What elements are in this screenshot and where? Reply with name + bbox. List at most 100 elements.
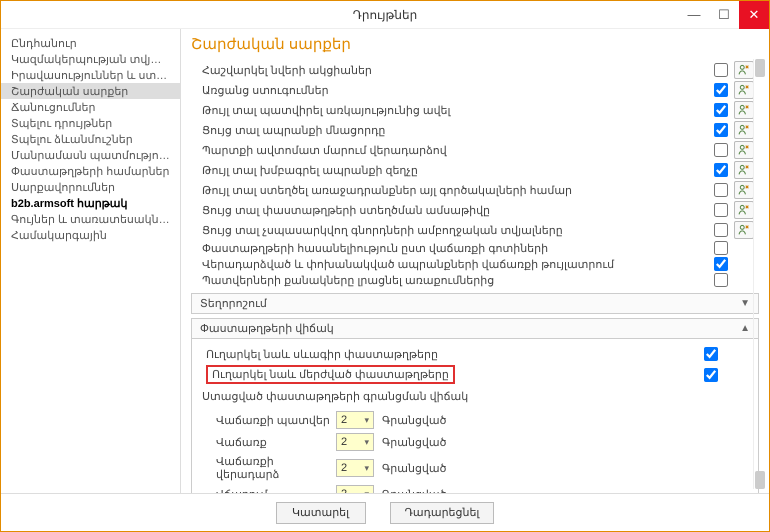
scrollbar[interactable] <box>753 59 767 489</box>
window-controls: — ☐ ✕ <box>679 1 769 29</box>
assign-user-icon[interactable] <box>734 81 754 99</box>
state-status: Գրանցված <box>382 414 446 427</box>
execute-button[interactable]: Կատարել <box>276 502 366 524</box>
option-label: Պարտքի ավտոմատ մարում վերադարձով <box>192 144 708 157</box>
option-label: Ցույց տալ փաստաթղթերի ստեղծման ամսաթիվը <box>192 204 708 217</box>
option-label: Պատվերների քանակները լրացնել առաքումների… <box>192 274 708 287</box>
option-row-1: Առցանց ստուգումներ <box>192 80 758 100</box>
assign-user-icon[interactable] <box>734 221 754 239</box>
doc-state-group: Ուղարկել նաև սևագիր փաստաթղթերը Ուղարկել… <box>191 339 759 493</box>
sidebar-item-2[interactable]: Իրավասություններ և ստուգումներ <box>1 67 180 83</box>
option-checkbox[interactable] <box>714 143 728 157</box>
sidebar-item-10[interactable]: b2b.armsoft հարթակ <box>1 195 180 211</box>
reg-state-title: Ստացված փաստաթղթերի գրանցման վիճակ <box>202 390 748 403</box>
sidebar-item-6[interactable]: Տպելու ձևանմուշներ <box>1 131 180 147</box>
option-checkbox[interactable] <box>714 183 728 197</box>
option-checkbox[interactable] <box>714 123 728 137</box>
sidebar-item-8[interactable]: Փաստաթղթերի համարներ <box>1 163 180 179</box>
assign-user-icon[interactable] <box>734 161 754 179</box>
assign-user-icon[interactable] <box>734 181 754 199</box>
option-row-0: Հաշվարկել նվերի ակցիաներ <box>192 60 758 80</box>
option-label: Թույլ տալ ստեղծել առաջադրանքներ այլ գործ… <box>192 184 708 197</box>
sidebar-item-1[interactable]: Կազմակերպության տվյալներ <box>1 51 180 67</box>
section-sorting[interactable]: Տեղորոշում ▼ <box>191 293 759 314</box>
maximize-button[interactable]: ☐ <box>709 1 739 29</box>
option-label: Թույլ տալ խմբագրել ապրանքի զեղչը <box>192 164 708 177</box>
option-label: Ցույց տալ ապրանքի մնացորդը <box>192 124 708 137</box>
window-title: Դրույթներ <box>91 8 679 22</box>
assign-user-icon[interactable] <box>734 201 754 219</box>
option-checkbox[interactable] <box>714 163 728 177</box>
sidebar-item-7[interactable]: Մանրամասն պատմություն <box>1 147 180 163</box>
state-status: Գրանցված <box>382 488 446 494</box>
option-row-4: Պարտքի ավտոմատ մարում վերադարձով <box>192 140 758 160</box>
cancel-button[interactable]: Դադարեցնել <box>390 502 495 524</box>
titlebar: Դրույթներ — ☐ ✕ <box>1 1 769 29</box>
sidebar-item-5[interactable]: Տպելու դրույթներ <box>1 115 180 131</box>
state-row-1: Վաճառք2▾Գրանցված <box>202 431 748 453</box>
option-label: Ցույց տալ չսպասարկվող գնորդների ամբողջակ… <box>192 224 708 237</box>
option-checkbox[interactable] <box>714 83 728 97</box>
option-row-5: Թույլ տալ խմբագրել ապրանքի զեղչը <box>192 160 758 180</box>
send-draft-label: Ուղարկել նաև սևագիր փաստաթղթերը <box>202 348 698 361</box>
state-row-0: Վաճառքի պատվեր2▾ Գրանցված <box>202 409 748 431</box>
option-checkbox[interactable] <box>714 203 728 217</box>
assign-user-icon[interactable] <box>734 101 754 119</box>
option-row-8: Ցույց տալ չսպասարկվող գնորդների ամբողջակ… <box>192 220 758 240</box>
sidebar-item-9[interactable]: Սարքավորումներ <box>1 179 180 195</box>
state-value-select[interactable]: 2▾ <box>336 485 374 493</box>
send-rejected-label: Ուղարկել նաև մերժված փաստաթղթերը <box>202 365 698 384</box>
state-value-select[interactable]: 2▾ <box>336 459 374 477</box>
state-label: Վճարում <box>216 488 336 494</box>
state-label: Վաճառքի պատվեր <box>216 414 336 427</box>
sidebar-item-12[interactable]: Համակարգային <box>1 227 180 243</box>
option-row-10: Վերադարձված և փոխանակված ապրանքների վաճա… <box>192 256 758 272</box>
page-title: Շարժական սարքեր <box>191 35 759 53</box>
option-checkbox[interactable] <box>714 241 728 255</box>
option-label: Հաշվարկել նվերի ակցիաներ <box>192 64 708 77</box>
send-draft-checkbox[interactable] <box>704 347 718 361</box>
scroll-up-icon[interactable] <box>755 59 765 77</box>
footer: Կատարել Դադարեցնել <box>1 493 769 531</box>
option-row-2: Թույլ տալ պատվիրել առկայությունից ավել <box>192 100 758 120</box>
sidebar: ԸնդհանուրԿազմակերպության տվյալներԻրավասո… <box>1 29 181 493</box>
state-status: Գրանցված <box>382 436 446 449</box>
state-value-select[interactable]: 2▾ <box>336 411 374 429</box>
chevron-down-icon: ▼ <box>740 298 750 309</box>
state-row-3: Վճարում2▾ Գրանցված <box>202 483 748 493</box>
close-button[interactable]: ✕ <box>739 1 769 29</box>
options-list: Հաշվարկել նվերի ակցիաներ Առցանց ստուգումն… <box>191 59 759 289</box>
option-row-11: Պատվերների քանակները լրացնել առաքումների… <box>192 272 758 288</box>
option-checkbox[interactable] <box>714 223 728 237</box>
option-checkbox[interactable] <box>714 273 728 287</box>
settings-window: Դրույթներ — ☐ ✕ ԸնդհանուրԿազմակերպության… <box>0 0 770 532</box>
sidebar-item-3[interactable]: Շարժական սարքեր <box>1 83 180 99</box>
option-label: Թույլ տալ պատվիրել առկայությունից ավել <box>192 104 708 117</box>
option-label: Փաստաթղթերի հասանելիություն ըստ վաճառքի … <box>192 242 708 255</box>
states-list: Վաճառքի պատվեր2▾ԳրանցվածՎաճառք2▾Գրանցված… <box>202 409 748 493</box>
assign-user-icon[interactable] <box>734 61 754 79</box>
scroll-down-icon[interactable] <box>755 471 765 489</box>
main-panel: Շարժական սարքեր Հաշվարկել նվերի ակցիաներ… <box>181 29 769 493</box>
chevron-up-icon: ▲ <box>740 323 750 334</box>
option-checkbox[interactable] <box>714 257 728 271</box>
state-value-select[interactable]: 2▾ <box>336 433 374 451</box>
option-checkbox[interactable] <box>714 63 728 77</box>
sidebar-item-4[interactable]: Ճանուցումներ <box>1 99 180 115</box>
assign-user-icon[interactable] <box>734 121 754 139</box>
option-label: Առցանց ստուգումներ <box>192 84 708 97</box>
section-doc-state[interactable]: Փաստաթղթերի վիճակ ▲ <box>191 318 759 339</box>
option-row-7: Ցույց տալ փաստաթղթերի ստեղծման ամսաթիվը <box>192 200 758 220</box>
option-label: Վերադարձված և փոխանակված ապրանքների վաճա… <box>192 258 708 271</box>
send-rejected-checkbox[interactable] <box>704 368 718 382</box>
section-sorting-label: Տեղորոշում <box>200 297 267 310</box>
sidebar-item-11[interactable]: Գույներ և տառատեսակներ <box>1 211 180 227</box>
minimize-button[interactable]: — <box>679 1 709 29</box>
section-doc-state-label: Փաստաթղթերի վիճակ <box>200 322 334 335</box>
assign-user-icon[interactable] <box>734 141 754 159</box>
sidebar-item-0[interactable]: Ընդհանուր <box>1 35 180 51</box>
option-checkbox[interactable] <box>714 103 728 117</box>
option-row-9: Փաստաթղթերի հասանելիություն ըստ վաճառքի … <box>192 240 758 256</box>
state-label: Վաճառքի վերադարձ <box>216 455 336 481</box>
option-row-6: Թույլ տալ ստեղծել առաջադրանքներ այլ գործ… <box>192 180 758 200</box>
